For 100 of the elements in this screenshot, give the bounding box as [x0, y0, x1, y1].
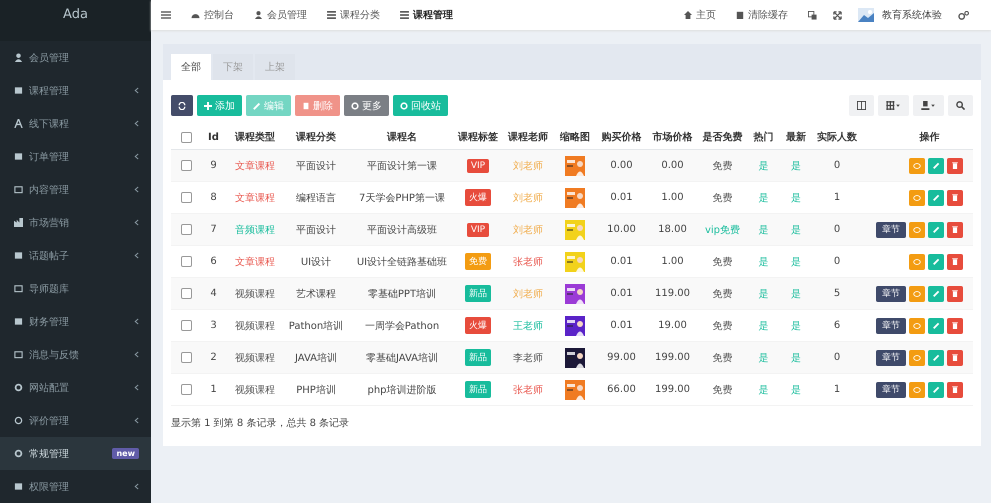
- sidebar-item[interactable]: 内容管理: [0, 173, 151, 206]
- export-dropdown-button[interactable]: [913, 95, 944, 116]
- chapter-button[interactable]: 章节: [876, 222, 906, 238]
- settings-icon[interactable]: [958, 10, 969, 20]
- nav-tab[interactable]: 课程管理: [413, 8, 453, 22]
- sidebar-item[interactable]: 会员管理: [0, 41, 151, 74]
- table-cell-text: 是: [758, 384, 770, 396]
- column-header: 课程名: [386, 130, 418, 144]
- plus-icon: [204, 102, 212, 110]
- nav-tab[interactable]: 课程分类: [340, 8, 380, 22]
- grid-dropdown-button[interactable]: [878, 95, 909, 116]
- sidebar-item[interactable]: 课程管理: [0, 74, 151, 107]
- menu-icon[interactable]: [161, 11, 171, 19]
- pencil-icon: [932, 194, 940, 201]
- fullscreen-icon[interactable]: [833, 10, 842, 20]
- chapter-button[interactable]: 章节: [876, 318, 906, 334]
- table-cell-text: 1.00: [660, 192, 685, 203]
- delete-button[interactable]: [947, 318, 963, 334]
- columns-toggle-button[interactable]: [849, 95, 874, 116]
- pencil-icon: [932, 386, 940, 393]
- table-cell-text: 8: [209, 192, 218, 203]
- comment-button[interactable]: [909, 318, 925, 334]
- table-cell-text: 是: [758, 288, 770, 300]
- nav-tab[interactable]: 会员管理: [267, 8, 307, 22]
- edit-button[interactable]: [928, 190, 944, 206]
- chapter-button[interactable]: 章节: [876, 286, 906, 302]
- comment-button[interactable]: [909, 158, 925, 174]
- delete-button[interactable]: [947, 222, 963, 238]
- sidebar-item[interactable]: 评价管理: [0, 404, 151, 437]
- sidebar-item[interactable]: 市场营销: [0, 206, 151, 239]
- user-name[interactable]: 教育系统体验: [882, 8, 942, 22]
- sidebar-item[interactable]: 话题帖子: [0, 239, 151, 272]
- delete-button[interactable]: [947, 382, 963, 398]
- sidebar-item[interactable]: 消息与反馈: [0, 338, 151, 371]
- sidebar-item[interactable]: 导师题库: [0, 272, 151, 305]
- row-checkbox[interactable]: [180, 320, 192, 331]
- top-link[interactable]: 主页: [696, 8, 716, 22]
- course-tag: VIP: [466, 222, 490, 236]
- user-icon: [254, 11, 263, 19]
- table-cell-text: 艺术课程: [295, 288, 337, 300]
- top-link[interactable]: 清除缓存: [748, 8, 788, 22]
- edit-button[interactable]: [928, 350, 944, 366]
- row-checkbox[interactable]: [180, 288, 192, 299]
- table-cell-text: 是: [758, 160, 770, 172]
- delete-button[interactable]: [947, 158, 963, 174]
- nav-tab[interactable]: 控制台: [204, 8, 234, 22]
- table-cell-text: 0.01: [609, 320, 634, 331]
- refresh-button[interactable]: [171, 95, 193, 116]
- table-cell-text: 10.00: [606, 224, 637, 235]
- delete-button[interactable]: [947, 350, 963, 366]
- edit-button[interactable]: [928, 382, 944, 398]
- edit-button[interactable]: [928, 158, 944, 174]
- row-checkbox[interactable]: [180, 384, 192, 395]
- table-cell-text: 0.01: [609, 256, 634, 267]
- translate-icon[interactable]: [808, 10, 817, 20]
- pencil-icon: [932, 322, 940, 329]
- course-tag: VIP: [466, 158, 490, 172]
- table-cell-text: 是: [790, 160, 802, 172]
- row-checkbox[interactable]: [180, 160, 192, 171]
- sidebar-item[interactable]: 财务管理: [0, 305, 151, 338]
- comment-button[interactable]: [909, 222, 925, 238]
- row-checkbox[interactable]: [180, 224, 192, 235]
- row-checkbox[interactable]: [180, 256, 192, 267]
- table-cell-text: 66.00: [606, 384, 637, 395]
- column-header: 实际人数: [816, 130, 858, 144]
- filter-tab[interactable]: 全部: [171, 54, 211, 80]
- sidebar-item[interactable]: 网站配置: [0, 371, 151, 404]
- delete-button[interactable]: [947, 190, 963, 206]
- edit-button[interactable]: [928, 222, 944, 238]
- comment-button[interactable]: [909, 190, 925, 206]
- delete-button[interactable]: [947, 286, 963, 302]
- sidebar-item[interactable]: 线下课程: [0, 107, 151, 140]
- column-header: 操作: [918, 130, 940, 144]
- table-cell-text: JAVA培训: [294, 352, 338, 364]
- comment-button[interactable]: [909, 350, 925, 366]
- chapter-button[interactable]: 章节: [876, 382, 906, 398]
- edit-button[interactable]: [928, 286, 944, 302]
- course-tag: 免费: [465, 253, 491, 270]
- column-header: 市场价格: [652, 130, 694, 144]
- comment-button[interactable]: [909, 382, 925, 398]
- sidebar-item[interactable]: 权限管理: [0, 470, 151, 503]
- sidebar-item[interactable]: 订单管理: [0, 140, 151, 173]
- table-cell-text: 视频课程: [234, 320, 276, 332]
- chapter-button[interactable]: 章节: [876, 350, 906, 366]
- row-checkbox[interactable]: [180, 352, 192, 363]
- table-cell-text: 张老师: [512, 384, 544, 396]
- comment-icon: [913, 322, 921, 328]
- delete-button[interactable]: [947, 254, 963, 270]
- comment-button[interactable]: [909, 254, 925, 270]
- row-checkbox[interactable]: [180, 192, 192, 203]
- search-icon: [956, 101, 965, 110]
- sidebar-item[interactable]: 常规管理 new: [0, 437, 151, 470]
- table-cell-text: 4: [209, 288, 218, 299]
- table-cell-text: 是: [758, 224, 770, 236]
- comment-button[interactable]: [909, 286, 925, 302]
- search-button[interactable]: [948, 95, 973, 116]
- edit-button[interactable]: [928, 254, 944, 270]
- edit-button[interactable]: [928, 318, 944, 334]
- select-all-checkbox[interactable]: [180, 132, 192, 142]
- more-button[interactable]: 更多: [344, 95, 389, 116]
